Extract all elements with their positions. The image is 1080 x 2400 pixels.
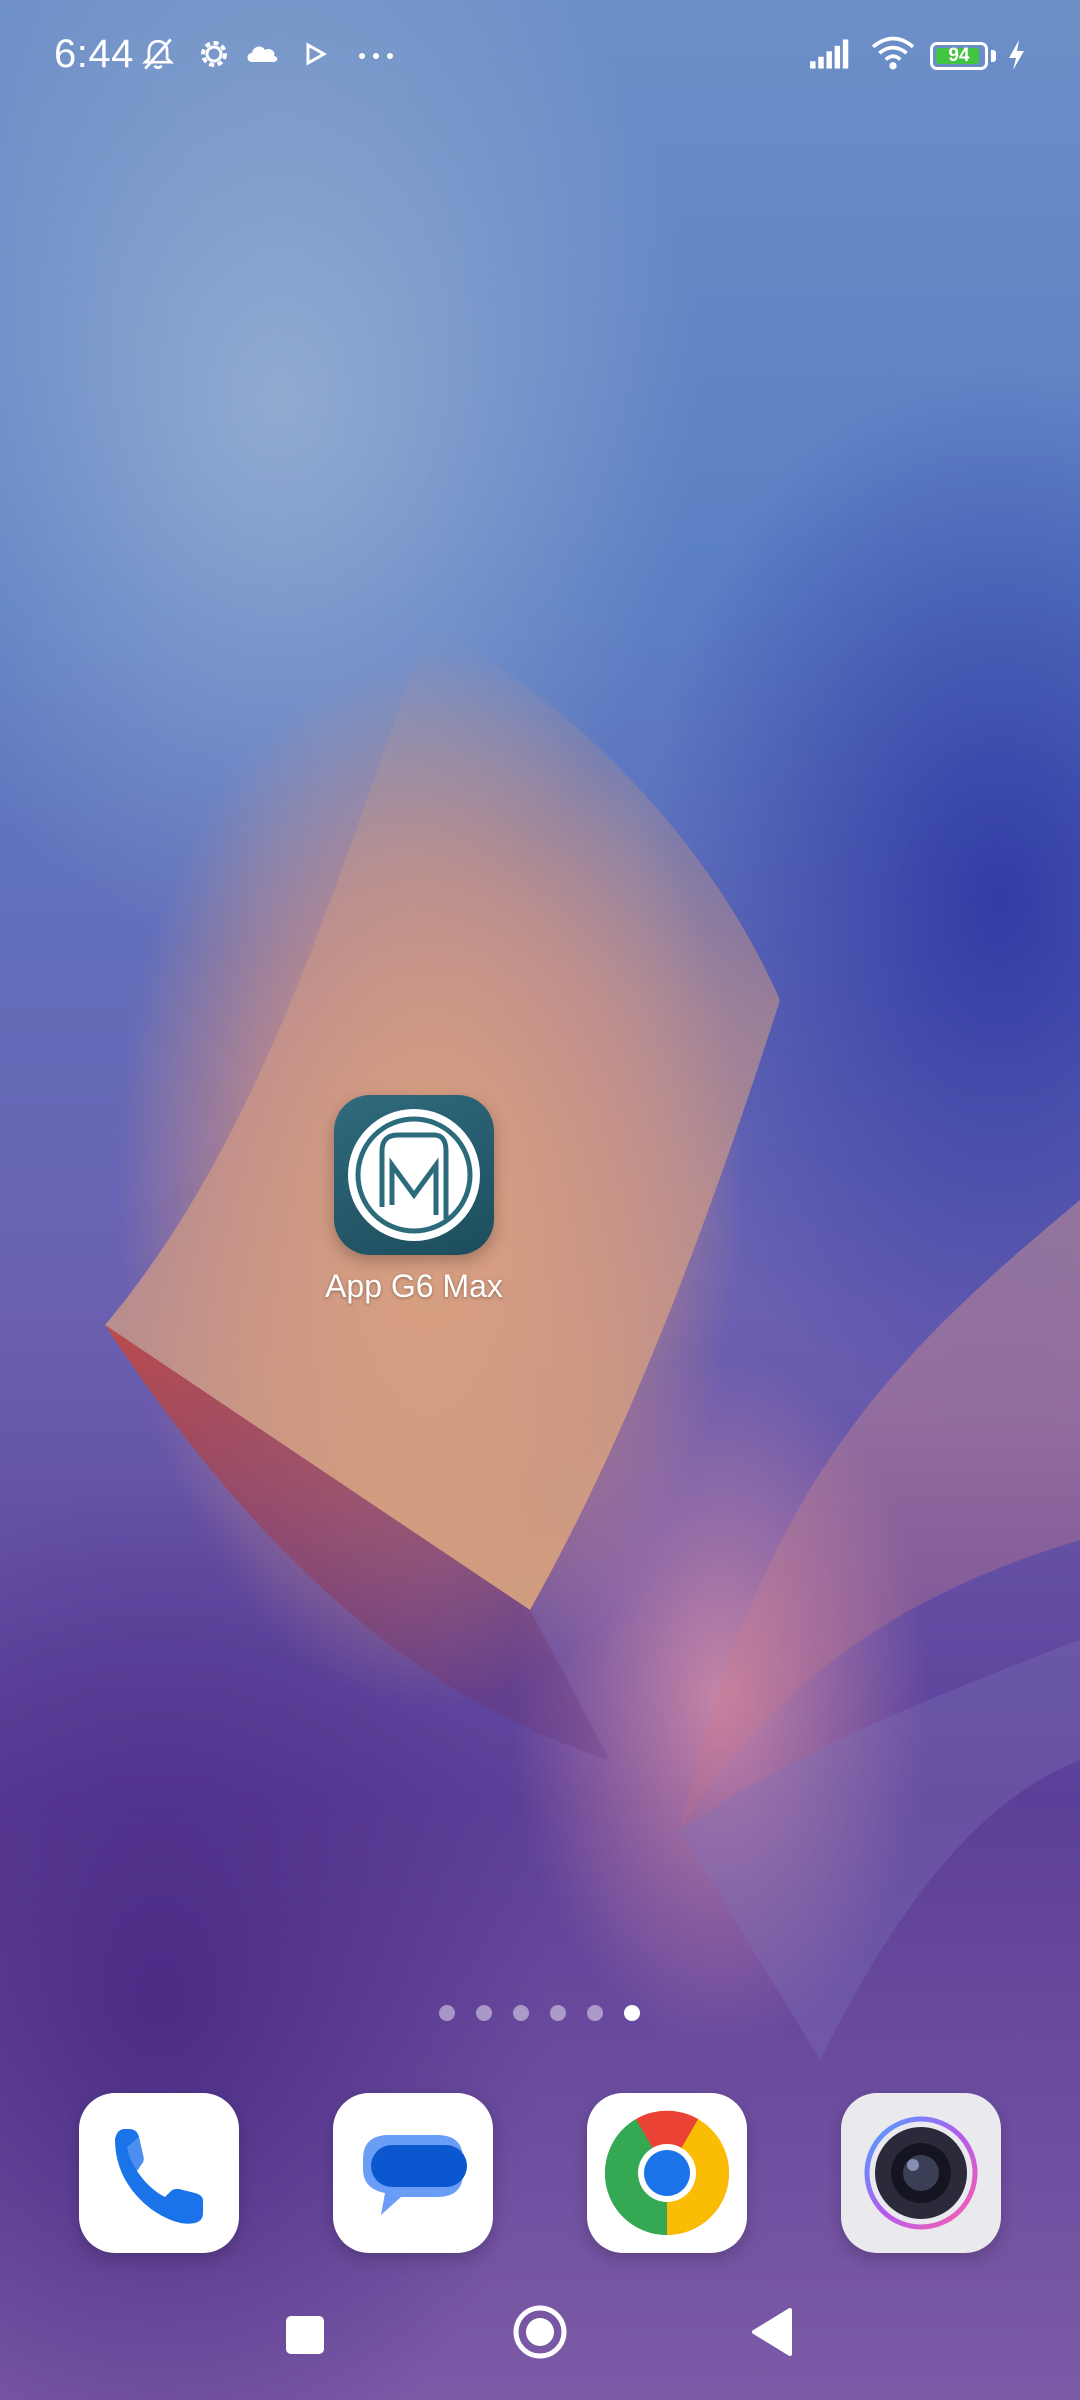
page-indicator bbox=[0, 2005, 1080, 2025]
m-logo-icon bbox=[348, 1109, 480, 1241]
home-button[interactable] bbox=[508, 2300, 572, 2370]
cloud-icon bbox=[247, 46, 278, 62]
navigation-bar bbox=[0, 2300, 1080, 2380]
signal-icon bbox=[810, 39, 849, 69]
phone-app-icon[interactable] bbox=[79, 2093, 239, 2253]
page-dot[interactable] bbox=[587, 2005, 603, 2021]
battery-level: 94 bbox=[948, 45, 970, 66]
recents-button[interactable] bbox=[276, 2300, 336, 2370]
page-dot[interactable] bbox=[550, 2005, 566, 2021]
app-label[interactable]: App G6 Max bbox=[264, 1268, 564, 1305]
messages-icon bbox=[363, 2135, 467, 2215]
wallpaper bbox=[105, 620, 1080, 2060]
clock: 6:44 bbox=[54, 32, 134, 76]
page-dot[interactable] bbox=[439, 2005, 455, 2021]
phone-icon bbox=[115, 2129, 203, 2224]
page-dot[interactable] bbox=[513, 2005, 529, 2021]
camera-app-icon[interactable] bbox=[841, 2093, 1001, 2253]
status-bar: 6:44 94 bbox=[0, 0, 1080, 110]
battery-icon: 94 bbox=[930, 42, 988, 70]
chrome-icon bbox=[604, 2110, 730, 2236]
page-dot-active[interactable] bbox=[624, 2005, 640, 2021]
camera-icon bbox=[864, 2116, 978, 2230]
battery-nub bbox=[991, 50, 996, 62]
back-button[interactable] bbox=[744, 2300, 804, 2370]
page-dot[interactable] bbox=[476, 2005, 492, 2021]
chrome-app-icon[interactable] bbox=[587, 2093, 747, 2253]
play-store-icon bbox=[306, 42, 328, 66]
wifi-icon bbox=[871, 36, 915, 70]
app-g6-max-icon[interactable] bbox=[334, 1095, 494, 1255]
more-dots-icon bbox=[359, 53, 393, 59]
messages-app-icon[interactable] bbox=[333, 2093, 493, 2253]
charging-bolt-icon bbox=[1009, 40, 1024, 70]
bell-off-icon bbox=[141, 38, 175, 70]
gear-icon bbox=[201, 41, 227, 67]
